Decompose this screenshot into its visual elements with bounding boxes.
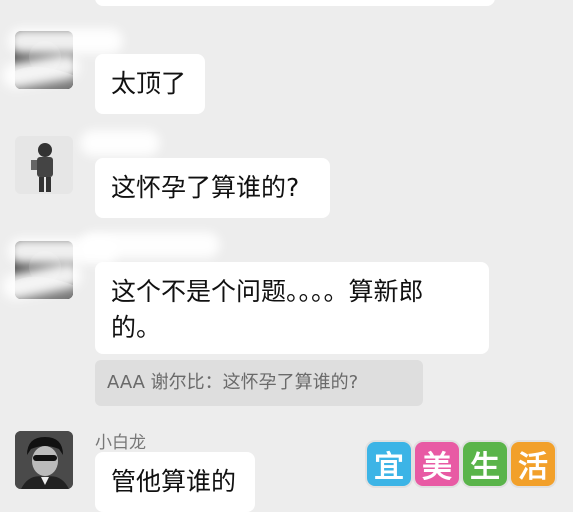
logo-tile: 宜: [367, 442, 411, 486]
redaction-smear: [80, 232, 220, 258]
message-bubble[interactable]: 管他算谁的: [95, 452, 255, 512]
avatar[interactable]: [15, 431, 73, 489]
redacted-sender-name: [8, 28, 123, 54]
avatar-image: [15, 431, 73, 489]
message-bubble[interactable]: 这怀孕了算谁的?: [95, 158, 330, 218]
sender-name: 小白龙: [95, 433, 146, 453]
message-bubble[interactable]: 这个不是个问题。。。。算新郎 的。: [95, 262, 489, 354]
avatar[interactable]: [15, 136, 73, 194]
watermark-logo: 宜 美 生 活: [367, 440, 563, 488]
chat-thread: 太顶了 这怀孕了算谁的? 这个不是个问题。。。。算新郎 的。 AAA 谢尔比：这…: [0, 0, 573, 512]
previous-message-bubble[interactable]: [95, 0, 495, 6]
logo-tile: 活: [511, 442, 555, 486]
redacted-sender-name: [80, 130, 160, 156]
message-bubble[interactable]: 太顶了: [95, 54, 205, 114]
quoted-message[interactable]: AAA 谢尔比：这怀孕了算谁的?: [95, 360, 423, 406]
logo-tile: 美: [415, 442, 459, 486]
avatar-image: [15, 136, 73, 194]
logo-tile: 生: [463, 442, 507, 486]
